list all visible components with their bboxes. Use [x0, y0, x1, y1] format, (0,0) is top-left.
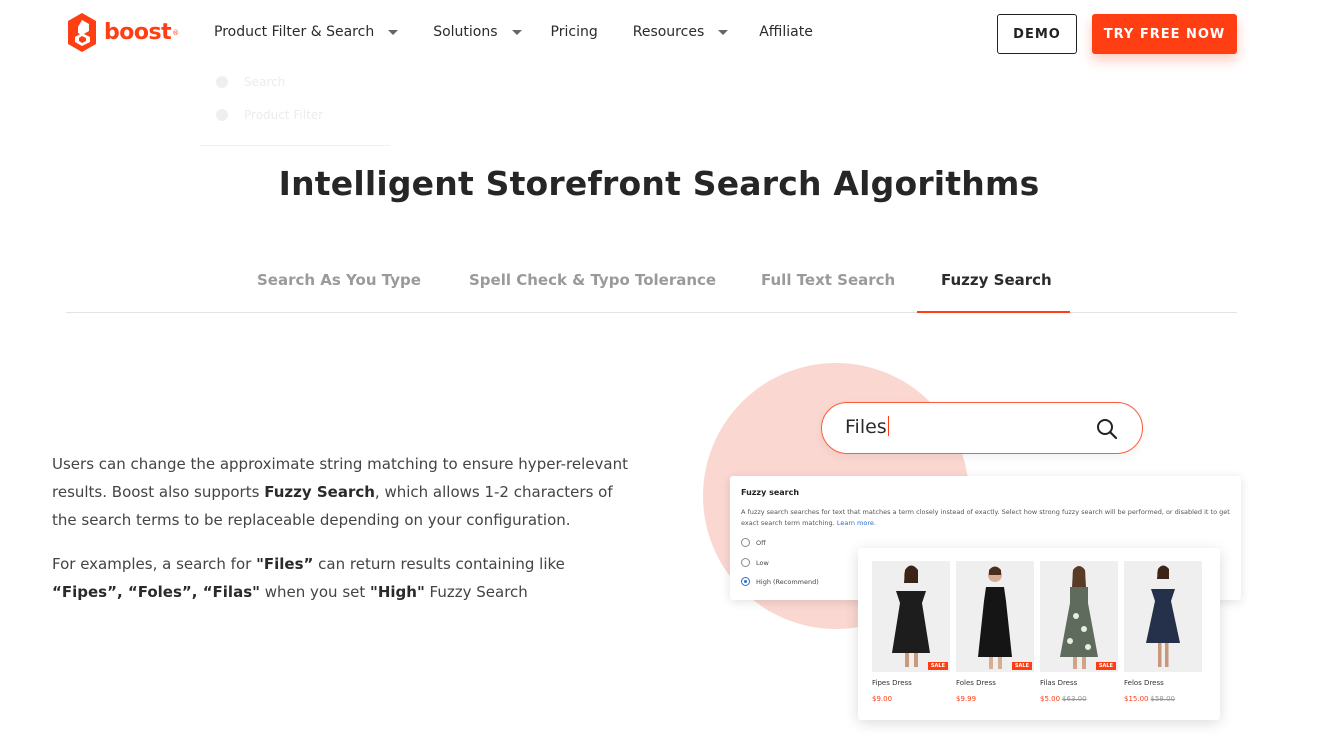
search-input[interactable]: Files	[845, 416, 890, 438]
nav-item-pricing[interactable]: Pricing	[551, 24, 598, 40]
nav-item-label: Solutions	[433, 24, 498, 40]
dress-illustration	[1124, 561, 1202, 672]
dress-illustration	[956, 561, 1034, 672]
faded-dropdown: Search Product Filter	[200, 66, 390, 146]
radio-button[interactable]	[741, 558, 750, 567]
product-card[interactable]: SALE Fipes Dress $9.00	[872, 561, 950, 703]
product-card[interactable]: Felos Dress $15.00 $58.00	[1124, 561, 1202, 703]
learn-more-link[interactable]: Learn more.	[837, 519, 876, 527]
chevron-down-icon	[511, 29, 522, 35]
nav-item-product-filter-search[interactable]: Product Filter & Search	[214, 24, 399, 40]
radio-off[interactable]: Off	[741, 538, 766, 547]
search-results-card: SALE Fipes Dress $9.00 SALE Foles Dress …	[858, 548, 1220, 720]
nav-item-label: Pricing	[550, 24, 598, 40]
product-image[interactable]: SALE	[956, 561, 1034, 672]
nav-item-resources[interactable]: Resources	[633, 24, 729, 40]
nav-item-label: Affiliate	[759, 24, 813, 40]
product-card[interactable]: SALE Foles Dress $9.99	[956, 561, 1034, 703]
registered-mark: ®	[172, 28, 180, 37]
tab-spell-check[interactable]: Spell Check & Typo Tolerance	[469, 271, 716, 289]
chevron-down-icon	[388, 29, 399, 35]
faded-dropdown-item: Product Filter	[216, 108, 323, 122]
active-tab-indicator	[917, 311, 1070, 313]
feature-description: Users can change the approximate string …	[52, 450, 632, 606]
chevron-down-icon	[718, 29, 729, 35]
product-price: $9.99	[956, 695, 977, 703]
product-name[interactable]: Foles Dress	[956, 679, 1034, 687]
product-image[interactable]: SALE	[1040, 561, 1118, 672]
panel-description: A fuzzy search searches for text that ma…	[741, 508, 1230, 527]
demo-button[interactable]: DEMO	[997, 14, 1077, 54]
feature-tabs: Search As You Type Spell Check & Typo To…	[66, 262, 1237, 313]
nav-item-solutions[interactable]: Solutions	[433, 24, 522, 40]
product-name[interactable]: Felos Dress	[1124, 679, 1202, 687]
brand-name: boost	[104, 20, 172, 45]
section-title: Intelligent Storefront Search Algorithms	[278, 164, 1040, 203]
nav-item-label: Resources	[632, 24, 705, 40]
main-menu: Product Filter & Search Solutions Pricin…	[214, 24, 813, 40]
radio-low[interactable]: Low	[741, 558, 769, 567]
dress-illustration	[872, 561, 950, 672]
product-name[interactable]: Fipes Dress	[872, 679, 950, 687]
demo-search-box[interactable]: Files	[821, 402, 1143, 454]
search-icon	[216, 76, 228, 88]
tab-fuzzy-search[interactable]: Fuzzy Search	[941, 271, 1052, 289]
sale-badge: SALE	[927, 662, 948, 670]
product-price: $15.00 $58.00	[1124, 695, 1175, 703]
tab-full-text-search[interactable]: Full Text Search	[761, 271, 895, 289]
sale-badge: SALE	[1011, 662, 1032, 670]
product-price: $5.00 $63.00	[1040, 695, 1087, 703]
product-image[interactable]	[1124, 561, 1202, 672]
panel-title: Fuzzy search	[741, 488, 800, 497]
nav-item-affiliate[interactable]: Affiliate	[759, 24, 813, 40]
boost-logo[interactable]: boost ®	[66, 12, 179, 53]
top-navigation: boost ® Product Filter & Search Solutions…	[0, 0, 1318, 66]
product-name[interactable]: Filas Dress	[1040, 679, 1118, 687]
example-paragraph: For examples, a search for "Files” can r…	[52, 555, 565, 601]
radio-button-selected[interactable]	[741, 577, 750, 586]
boost-logo-icon	[68, 13, 96, 52]
faded-dropdown-item: Search	[216, 75, 285, 89]
text-cursor	[887, 416, 890, 436]
product-image[interactable]: SALE	[872, 561, 950, 672]
product-card[interactable]: SALE Filas Dress $5.00 $63.00	[1040, 561, 1118, 703]
try-free-now-button[interactable]: TRY FREE NOW	[1092, 14, 1237, 54]
radio-button[interactable]	[741, 538, 750, 547]
radio-high[interactable]: High (Recommend)	[741, 577, 819, 586]
dress-illustration	[1040, 561, 1118, 672]
plus-icon	[216, 109, 228, 121]
search-icon[interactable]	[1096, 418, 1118, 440]
nav-item-label: Product Filter & Search	[214, 24, 375, 40]
tab-search-as-you-type[interactable]: Search As You Type	[257, 271, 421, 289]
sale-badge: SALE	[1095, 662, 1116, 670]
product-price: $9.00	[872, 695, 893, 703]
description-paragraph: Users can change the approximate string …	[52, 455, 628, 529]
